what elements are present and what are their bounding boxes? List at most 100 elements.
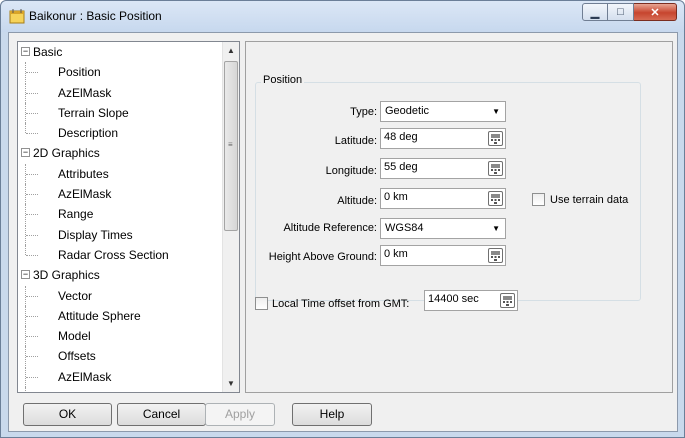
height-above-ground-value: 0 km	[384, 248, 408, 260]
tree-item[interactable]: Offsets	[18, 346, 223, 367]
tree-connector	[26, 214, 38, 216]
local-time-offset-label: Local Time offset from GMT:	[272, 298, 410, 310]
tree-item[interactable]: AzElMask	[18, 82, 223, 103]
altitude-reference-value: WGS84	[385, 222, 424, 234]
tree-connector	[26, 254, 38, 256]
apply-button[interactable]: Apply	[205, 403, 275, 426]
maximize-button[interactable]: □	[608, 3, 634, 21]
type-value: Geodetic	[385, 105, 430, 117]
tree-item[interactable]: Position	[18, 62, 223, 83]
tree-item[interactable]: Display Times	[18, 224, 223, 245]
longitude-value: 55 deg	[384, 161, 418, 173]
tree-connector	[26, 194, 38, 196]
tree-connector	[26, 315, 38, 317]
tree-item[interactable]: Attitude Sphere	[18, 305, 223, 326]
tree-item[interactable]: AzElMask	[18, 184, 223, 205]
help-button[interactable]: Help	[292, 403, 372, 426]
tree-item[interactable]: Description	[18, 123, 223, 143]
tree-item-label: Offsets	[58, 349, 96, 364]
grip-icon: ≡	[228, 140, 233, 149]
tree-connector	[26, 376, 38, 378]
altitude-value: 0 km	[384, 191, 408, 203]
dropdown-arrow-icon: ▼	[492, 107, 500, 116]
unit-selector-button[interactable]	[488, 161, 503, 176]
use-terrain-label: Use terrain data	[550, 194, 629, 206]
tree-node[interactable]: − Basic	[18, 42, 223, 62]
dropdown-arrow-icon: ▼	[492, 224, 500, 233]
scroll-up-icon[interactable]: ▲	[223, 42, 239, 59]
tree-item[interactable]: Range	[18, 387, 223, 392]
tree-connector	[25, 387, 26, 392]
tree-connector	[25, 244, 26, 255]
close-button[interactable]: ✕	[634, 3, 677, 21]
altitude-reference-label: Altitude Reference:	[283, 222, 377, 234]
minimize-button[interactable]: ▁	[582, 3, 608, 21]
tree-node[interactable]: −3D Graphics	[18, 265, 223, 285]
maximize-icon: □	[617, 6, 624, 18]
latitude-value: 48 deg	[384, 131, 418, 143]
latitude-label: Latitude:	[334, 135, 377, 147]
unit-keypad-icon	[503, 296, 512, 306]
tree-item[interactable]: Radar Cross Section	[18, 244, 223, 265]
local-time-offset-field[interactable]: 14400 sec	[424, 290, 518, 311]
tree-item-label: Description	[58, 126, 119, 141]
tree-item[interactable]: Attributes	[18, 163, 223, 184]
tree-item-label: AzElMask	[58, 187, 112, 202]
tree-item[interactable]: Terrain Slope	[18, 102, 223, 123]
tree-item[interactable]: AzElMask	[18, 366, 223, 387]
tree-connector	[26, 234, 38, 236]
tree-connector	[26, 295, 38, 297]
tree-item-label: Range	[58, 207, 94, 222]
altitude-reference-select[interactable]: WGS84 ▼	[380, 218, 506, 239]
close-icon: ✕	[650, 6, 660, 19]
window-controls: ▁ □ ✕	[582, 3, 677, 23]
properties-panel: Position Type: Geodetic ▼ Latitude: 48 d…	[245, 41, 673, 393]
tree-scrollbar[interactable]: ▲ ≡ ▼	[222, 42, 239, 392]
collapse-icon[interactable]: −	[21, 148, 30, 158]
tree-item-label: AzElMask	[58, 85, 112, 100]
tree-item-label: Range	[56, 387, 95, 392]
longitude-field[interactable]: 55 deg	[380, 158, 506, 179]
tree-connector	[26, 173, 38, 175]
tree-connector	[26, 112, 38, 114]
latitude-field[interactable]: 48 deg	[380, 128, 506, 149]
tree-node[interactable]: −2D Graphics	[18, 143, 223, 163]
title-bar[interactable]: Baikonur : Basic Position ▁ □ ✕	[1, 1, 684, 32]
tree-node-label: 3D Graphics	[33, 268, 100, 283]
tree-item[interactable]: Model	[18, 326, 223, 347]
tree-node-label: Basic	[33, 45, 63, 59]
tree-connector	[26, 336, 38, 338]
tree-item-label: Attitude Sphere	[58, 308, 141, 323]
height-above-ground-field[interactable]: 0 km	[380, 245, 506, 266]
collapse-icon[interactable]: −	[21, 270, 30, 280]
dialog-body: − Basic Position AzElMask Terrain Slope Descr…	[8, 32, 678, 432]
tree-item-label: Position	[56, 62, 103, 83]
tree-list: − Basic Position AzElMask Terrain Slope Descr…	[18, 42, 223, 392]
cancel-button[interactable]: Cancel	[117, 403, 206, 426]
unit-selector-button[interactable]	[488, 191, 503, 206]
tree-connector	[26, 72, 38, 74]
tree-item-label: AzElMask	[58, 369, 112, 384]
local-time-offset-checkbox[interactable]	[255, 297, 268, 310]
unit-keypad-icon	[491, 194, 500, 204]
tree-item[interactable]: Range	[18, 204, 223, 225]
scroll-down-icon[interactable]: ▼	[223, 375, 239, 392]
ok-button[interactable]: OK	[23, 403, 112, 426]
tree-item-label: Attributes	[58, 166, 109, 181]
altitude-label: Altitude:	[337, 195, 377, 207]
tree-connector	[26, 92, 38, 94]
scroll-thumb[interactable]: ≡	[224, 61, 238, 231]
dialog-window: Baikonur : Basic Position ▁ □ ✕ − Basic Po…	[0, 0, 685, 438]
collapse-icon[interactable]: −	[21, 47, 30, 56]
unit-selector-button[interactable]	[500, 293, 515, 308]
unit-selector-button[interactable]	[488, 131, 503, 146]
property-tree[interactable]: − Basic Position AzElMask Terrain Slope Descr…	[17, 41, 240, 393]
unit-keypad-icon	[491, 134, 500, 144]
longitude-label: Longitude:	[325, 165, 377, 177]
local-time-offset-value: 14400 sec	[428, 293, 479, 305]
tree-item[interactable]: Vector	[18, 285, 223, 306]
type-select[interactable]: Geodetic ▼	[380, 101, 506, 122]
altitude-field[interactable]: 0 km	[380, 188, 506, 209]
use-terrain-checkbox[interactable]	[532, 193, 545, 206]
unit-selector-button[interactable]	[488, 248, 503, 263]
